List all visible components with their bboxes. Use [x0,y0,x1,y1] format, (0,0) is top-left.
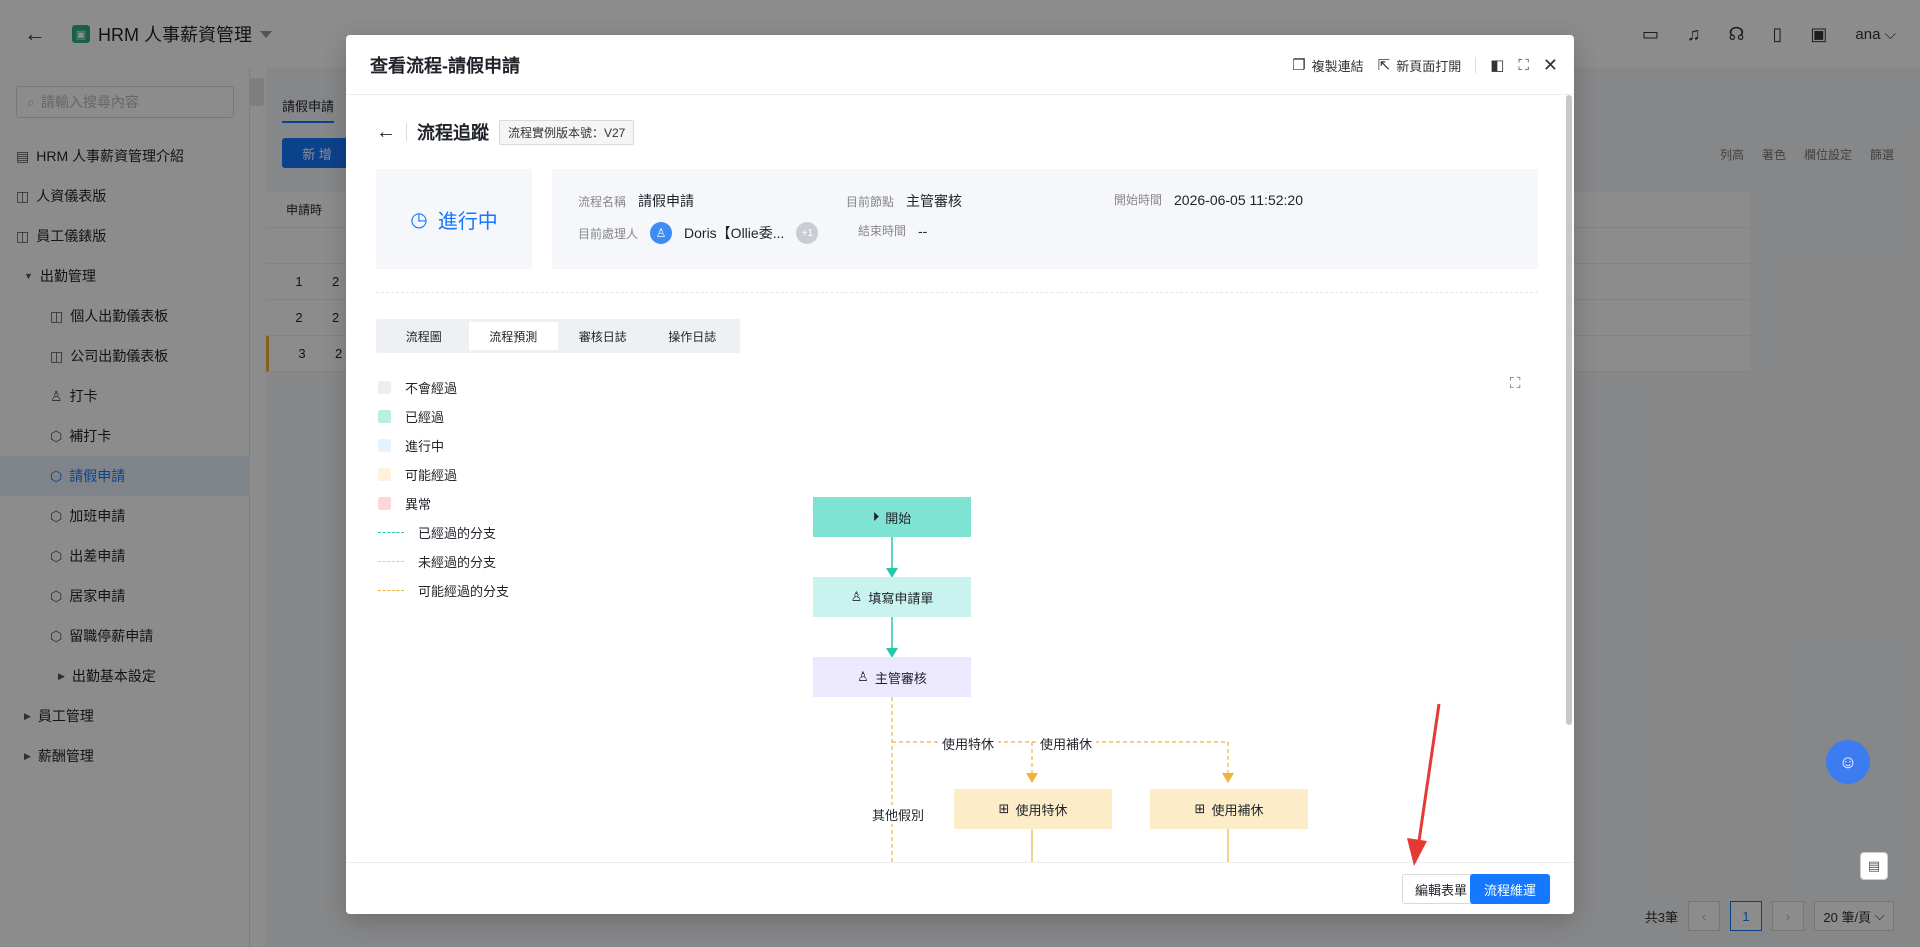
edit-form-button[interactable]: 編輯表單 [1402,874,1480,904]
flow-node-label: 填寫申請單 [868,590,934,606]
branch-label: 使用特休 [938,734,999,753]
flow-node-fill-form[interactable]: ♙ 填寫申請單 [813,577,971,617]
user-icon: ♙ [857,669,869,684]
modal-footer: 編輯表單 流程維運 [346,862,1574,914]
flow-node-label: 開始 [885,510,912,526]
process-maintenance-button[interactable]: 流程維運 [1470,874,1550,904]
flow-node-start[interactable]: ⏵ 開始 [813,497,971,537]
flow-node-manager-review[interactable]: ♙ 主管審核 [813,657,971,697]
process-modal: 查看流程-請假申請 ❐ 複製連結 ⇱ 新頁面打開 ◧ ⛶ ✕ ← 流程追蹤 流程實例… [346,35,1574,914]
branch-label: 其他假別 [868,805,929,824]
branch-label: 使用補休 [1036,734,1097,753]
user-icon: ♙ [850,589,863,604]
flow-node-label: 使用補休 [1211,802,1264,818]
modal-scrollbar[interactable] [1566,95,1572,725]
flow-node-comp-leave[interactable]: ⊞ 使用補休 [1150,789,1308,829]
grid-icon: ⊞ [1194,801,1206,816]
flow-node-label: 主管審核 [874,670,927,686]
flow-connectors [886,537,1234,862]
flow-node-special-leave[interactable]: ⊞ 使用特休 [954,789,1112,829]
flow-node-label: 使用特休 [1015,802,1068,818]
document-icon[interactable]: ▤ [1860,852,1888,880]
assistant-bot-icon[interactable]: ☺ [1826,740,1870,784]
grid-icon: ⊞ [998,801,1010,816]
play-icon: ⏵ [872,509,880,524]
